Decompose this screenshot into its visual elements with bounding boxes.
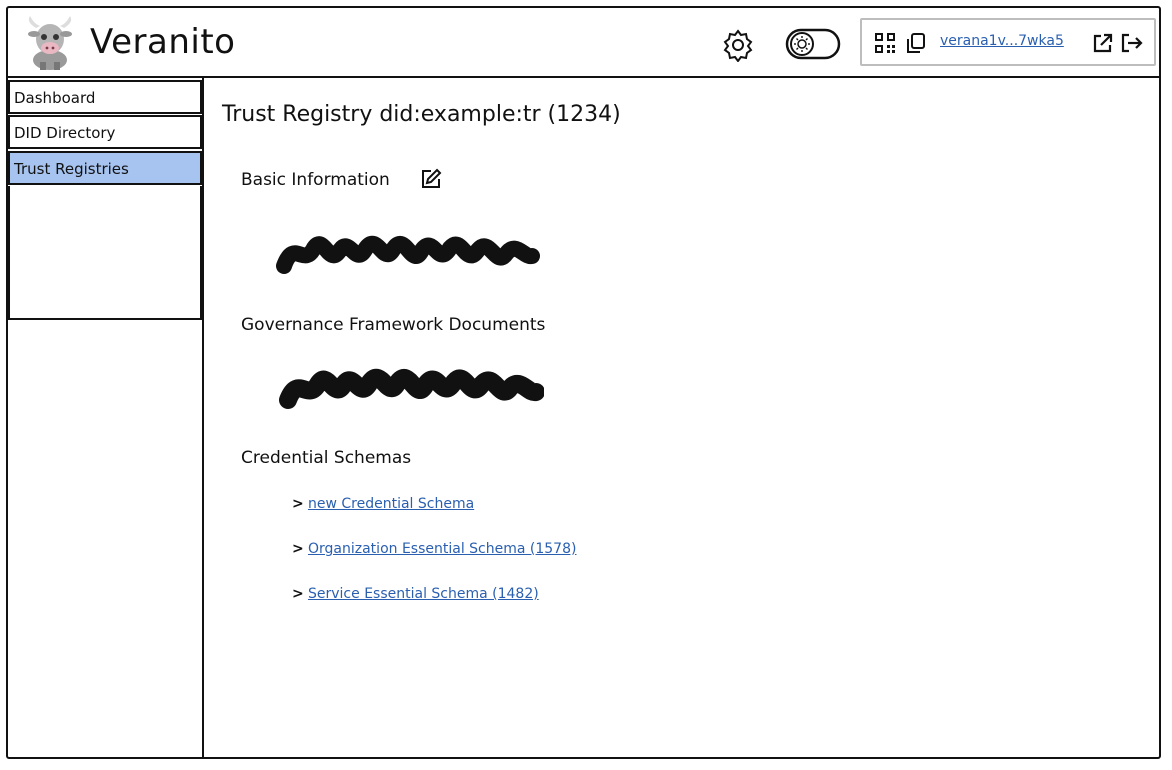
section-credential-schemas: Credential Schemas [241,448,412,468]
main-content: Trust Registry did:example:tr (1234) Bas… [204,80,1160,758]
section-governance-framework: Governance Framework Documents [241,315,546,335]
app-title: Veranito [90,22,236,62]
schema-link-service-essential[interactable]: Service Essential Schema (1482) [308,586,539,602]
gear-icon[interactable] [721,28,755,62]
list-item: > Organization Essential Schema (1578) [292,541,576,557]
chevron-right-icon[interactable]: > [292,541,308,557]
theme-toggle-icon[interactable] [785,28,841,60]
page-title: Trust Registry did:example:tr (1234) [222,102,621,127]
sidebar-item-trust-registries[interactable]: Trust Registries [8,151,202,185]
copy-icon[interactable] [904,31,928,55]
sidebar-item-did-directory[interactable]: DID Directory [8,115,202,149]
list-item: > Service Essential Schema (1482) [292,586,539,602]
redacted-governance-docs [279,368,544,409]
logout-icon[interactable] [1120,32,1144,54]
sidebar-empty-area [8,186,202,320]
external-link-icon[interactable] [1092,32,1114,54]
list-item: > new Credential Schema [292,496,474,512]
header: Veranito verana1v...7wka5 [8,8,1160,78]
wallet-panel: verana1v...7wka5 [860,18,1156,66]
new-credential-schema-link[interactable]: new Credential Schema [308,496,474,512]
edit-icon[interactable] [420,168,442,190]
sidebar-item-dashboard[interactable]: Dashboard [8,80,202,114]
chevron-right-icon[interactable]: > [292,496,308,512]
qr-code-icon[interactable] [874,32,896,54]
chevron-right-icon[interactable]: > [292,586,308,602]
redacted-basic-info [276,235,540,274]
wallet-address-link[interactable]: verana1v...7wka5 [940,33,1064,49]
schema-link-organization-essential[interactable]: Organization Essential Schema (1578) [308,541,576,557]
section-basic-information: Basic Information [241,170,390,190]
bull-logo-icon [28,16,72,70]
